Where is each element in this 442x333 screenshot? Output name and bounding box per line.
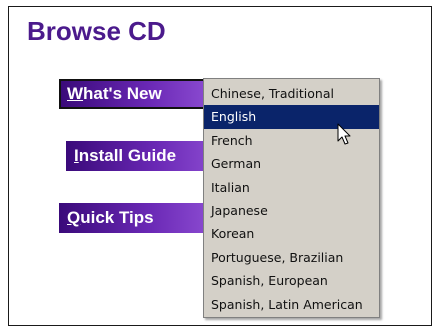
language-option[interactable]: Chinese, Traditional xyxy=(204,82,379,105)
whats-new-label: hat's New xyxy=(83,84,162,103)
language-menu[interactable]: Chinese, Traditional English French Germ… xyxy=(203,78,380,318)
whats-new-button[interactable]: What's New xyxy=(59,79,209,109)
language-option[interactable]: Japanese xyxy=(204,199,379,222)
whats-new-accelerator: W xyxy=(67,84,84,103)
language-option[interactable]: Portuguese, Brazilian xyxy=(204,246,379,269)
language-option[interactable]: Spanish, European xyxy=(204,269,379,292)
install-guide-button[interactable]: Install Guide xyxy=(66,141,216,171)
language-option[interactable]: Korean xyxy=(204,222,379,245)
page-title: Browse CD xyxy=(27,16,166,46)
quick-tips-accelerator: Q xyxy=(67,208,81,227)
language-option[interactable]: Spanish, Latin American xyxy=(204,293,379,316)
install-guide-label: nstall Guide xyxy=(78,146,177,165)
language-option[interactable]: Italian xyxy=(204,176,379,199)
language-option[interactable]: German xyxy=(204,152,379,175)
arrow-cursor-icon xyxy=(337,123,351,145)
quick-tips-button[interactable]: Quick Tips xyxy=(59,203,209,233)
quick-tips-label: uick Tips xyxy=(80,208,154,227)
